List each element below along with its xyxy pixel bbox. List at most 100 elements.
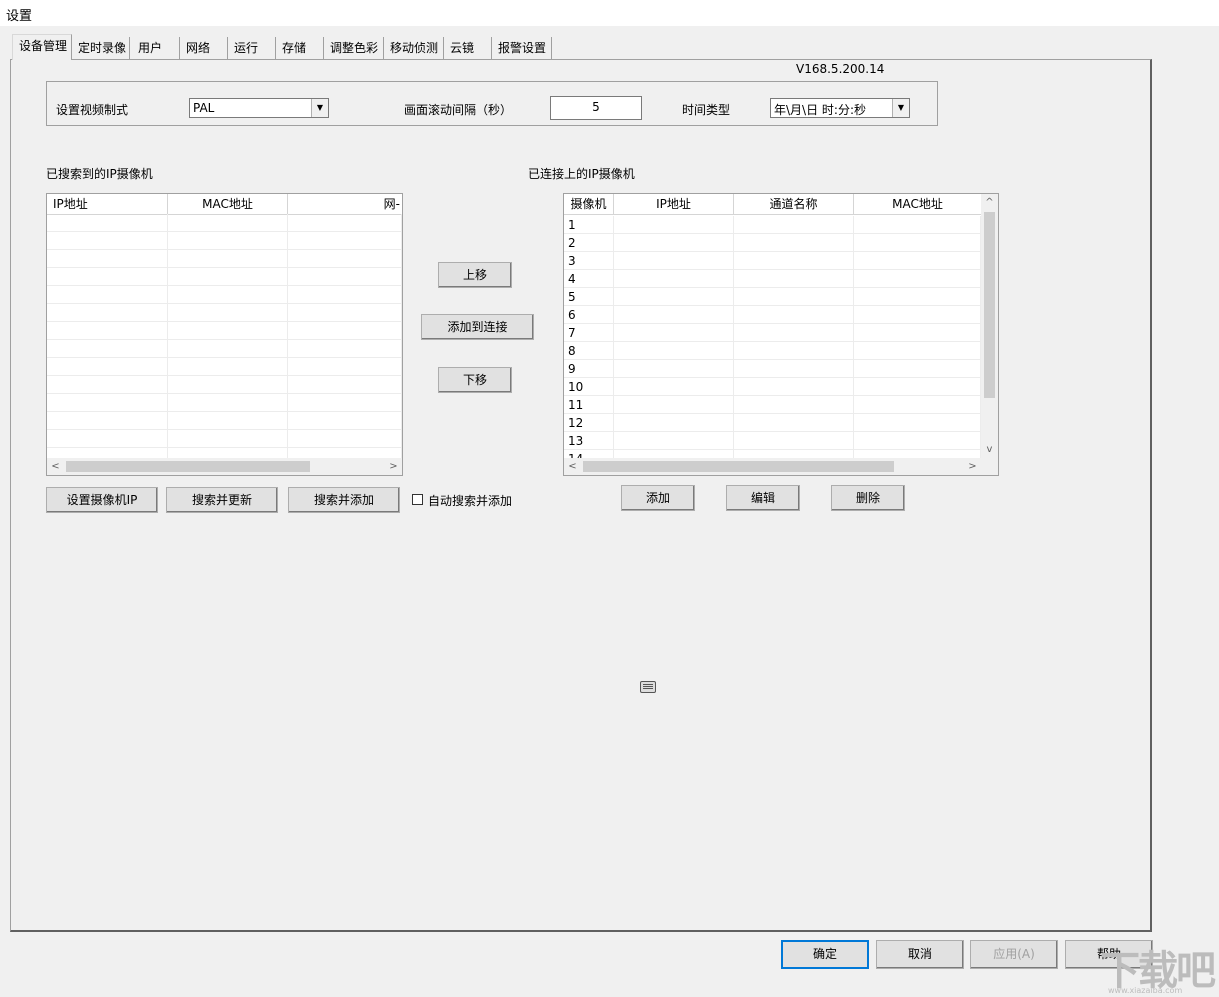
table-row[interactable]: 10 (564, 378, 981, 396)
time-type-value: 年\月\日 时:分:秒 (774, 103, 866, 117)
table-cell (168, 358, 288, 376)
move-up-button[interactable]: 上移 (438, 262, 512, 288)
table-row[interactable] (47, 412, 402, 430)
table-row[interactable] (47, 358, 402, 376)
video-standard-label: 设置视频制式 (56, 103, 129, 117)
table-row[interactable]: 8 (564, 342, 981, 360)
column-header[interactable]: 网- (288, 194, 402, 214)
table-row[interactable] (47, 394, 402, 412)
tab-alarm-settings[interactable]: 报警设置 (492, 37, 552, 59)
table-row[interactable]: 11 (564, 396, 981, 414)
time-type-label: 时间类型 (682, 103, 731, 117)
column-header[interactable]: IP地址 (47, 194, 168, 214)
tab-device-management[interactable]: 设备管理 (12, 34, 72, 60)
table-row[interactable] (47, 214, 402, 232)
table-row[interactable]: 4 (564, 270, 981, 288)
table-cell (168, 250, 288, 268)
table-row[interactable] (47, 304, 402, 322)
tab-user[interactable]: 用户 (132, 37, 180, 59)
table-cell (734, 432, 854, 450)
tab-color-adjust[interactable]: 调整色彩 (324, 37, 384, 59)
table-row[interactable]: 2 (564, 234, 981, 252)
table-cell (288, 376, 402, 394)
chevron-left-icon[interactable]: < (564, 458, 581, 475)
table-row[interactable] (47, 340, 402, 358)
tab-ptz[interactable]: 云镜 (444, 37, 492, 59)
table-row[interactable] (47, 322, 402, 340)
edit-button[interactable]: 编辑 (726, 485, 800, 511)
scrollbar-thumb[interactable] (984, 212, 995, 398)
table-row[interactable]: 5 (564, 288, 981, 306)
table-row[interactable]: 3 (564, 252, 981, 270)
table-cell (168, 430, 288, 448)
table-cell (168, 286, 288, 304)
table-cell (288, 358, 402, 376)
camera-number-cell: 6 (564, 306, 614, 324)
chevron-right-icon[interactable]: > (964, 458, 981, 475)
table-cell (734, 414, 854, 432)
video-standard-select[interactable]: PAL ▼ (189, 98, 329, 118)
column-header[interactable]: IP地址 (614, 194, 734, 214)
table-row[interactable] (47, 268, 402, 286)
column-header[interactable]: 通道名称 (734, 194, 854, 214)
table-cell (47, 214, 168, 232)
tab-run[interactable]: 运行 (228, 37, 276, 59)
column-header[interactable]: MAC地址 (168, 194, 288, 214)
horizontal-scrollbar[interactable]: < > (47, 458, 402, 475)
table-row[interactable]: 9 (564, 360, 981, 378)
delete-button[interactable]: 删除 (831, 485, 905, 511)
search-update-button[interactable]: 搜索并更新 (166, 487, 278, 513)
window-title: 设置 (6, 9, 33, 24)
table-row[interactable] (47, 286, 402, 304)
table-row[interactable]: 13 (564, 432, 981, 450)
scrollbar-thumb[interactable] (583, 461, 894, 472)
auto-search-add-checkbox[interactable] (412, 494, 423, 505)
table-row[interactable] (47, 376, 402, 394)
search-add-button[interactable]: 搜索并添加 (288, 487, 400, 513)
ok-button[interactable]: 确定 (781, 940, 869, 969)
table-cell (854, 432, 981, 450)
tab-network[interactable]: 网络 (180, 37, 228, 59)
table-row[interactable]: 12 (564, 414, 981, 432)
tab-storage[interactable]: 存储 (276, 37, 324, 59)
table-cell (854, 252, 981, 270)
table-row[interactable]: 6 (564, 306, 981, 324)
tab-scheduled-recording[interactable]: 定时录像 (72, 37, 130, 59)
chevron-right-icon[interactable]: > (385, 458, 402, 475)
table-row[interactable] (47, 232, 402, 250)
connected-cameras-list[interactable]: 摄像机 IP地址 通道名称 MAC地址 1234567891011121314 … (563, 193, 999, 476)
auto-search-add-label: 自动搜索并添加 (428, 494, 513, 508)
table-cell (47, 268, 168, 286)
searched-cameras-list[interactable]: IP地址 MAC地址 网- < > (46, 193, 403, 476)
chevron-down-icon[interactable]: ▼ (892, 99, 909, 117)
scroll-interval-input[interactable]: 5 (550, 96, 642, 120)
table-cell (288, 412, 402, 430)
table-row[interactable] (47, 430, 402, 448)
move-down-button[interactable]: 下移 (438, 367, 512, 393)
chevron-left-icon[interactable]: < (47, 458, 64, 475)
add-button[interactable]: 添加 (621, 485, 695, 511)
vertical-scrollbar[interactable]: ^ v (981, 194, 998, 458)
table-cell (168, 340, 288, 358)
tab-label: 定时录像 (78, 41, 127, 55)
table-cell (288, 250, 402, 268)
add-to-connect-button[interactable]: 添加到连接 (421, 314, 534, 340)
horizontal-scrollbar[interactable]: < > (564, 458, 998, 475)
apply-button[interactable]: 应用(A) (970, 940, 1058, 969)
chevron-up-icon[interactable]: ^ (981, 194, 998, 211)
table-row[interactable] (47, 250, 402, 268)
table-row[interactable]: 1 (564, 216, 981, 234)
chevron-down-icon[interactable]: v (981, 441, 998, 458)
chevron-down-icon[interactable]: ▼ (311, 99, 328, 117)
table-cell (734, 378, 854, 396)
tab-label: 用户 (138, 41, 163, 55)
tab-motion-detection[interactable]: 移动侦测 (384, 37, 444, 59)
cancel-button[interactable]: 取消 (876, 940, 964, 969)
scrollbar-thumb[interactable] (66, 461, 310, 472)
column-header[interactable]: MAC地址 (854, 194, 981, 214)
table-cell (47, 394, 168, 412)
table-row[interactable]: 7 (564, 324, 981, 342)
time-type-select[interactable]: 年\月\日 时:分:秒 ▼ (770, 98, 910, 118)
set-camera-ip-button[interactable]: 设置摄像机IP (46, 487, 158, 513)
column-header[interactable]: 摄像机 (564, 194, 614, 214)
